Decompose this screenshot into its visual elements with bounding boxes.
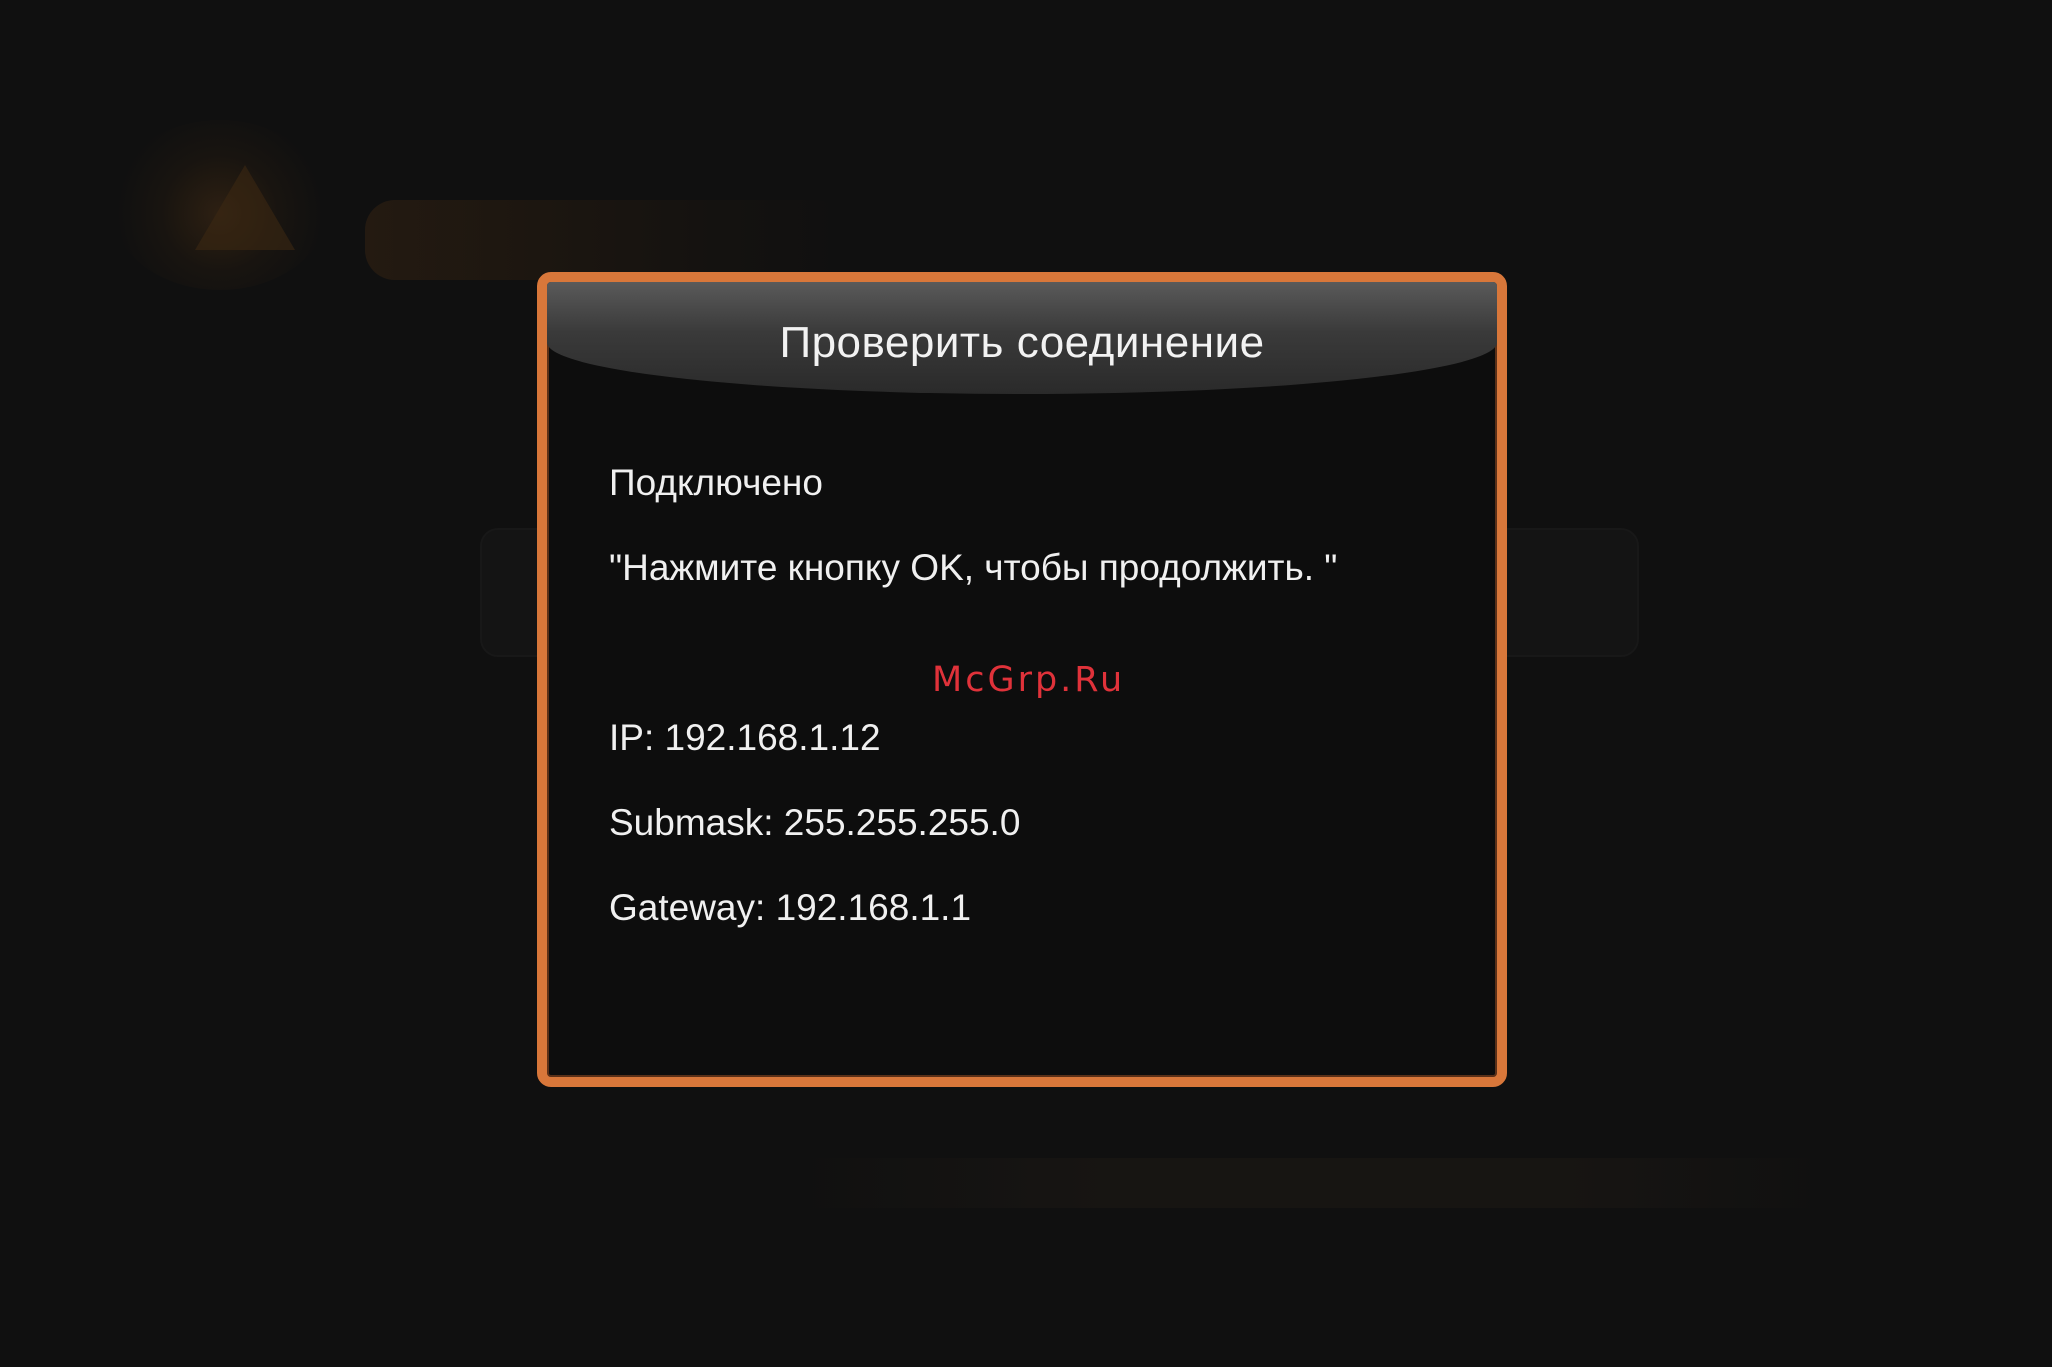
subnet-mask: Submask: 255.255.255.0 — [609, 802, 1021, 843]
connection-status: Подключено — [609, 462, 823, 503]
gateway-address: Gateway: 192.168.1.1 — [609, 887, 972, 928]
watermark-text: McGrp.Ru — [932, 660, 1126, 700]
dialog-title: Проверить соединение — [779, 318, 1265, 367]
background-footer-hint — [790, 1158, 1830, 1208]
dialog-header: Проверить соединение — [547, 282, 1497, 394]
background-logo-icon — [195, 165, 295, 250]
ip-address: IP: 192.168.1.12 — [609, 717, 881, 758]
background-brand-mark — [365, 200, 845, 280]
continue-prompt: "Нажмите кнопку OK, чтобы продолжить. " — [609, 547, 1338, 588]
